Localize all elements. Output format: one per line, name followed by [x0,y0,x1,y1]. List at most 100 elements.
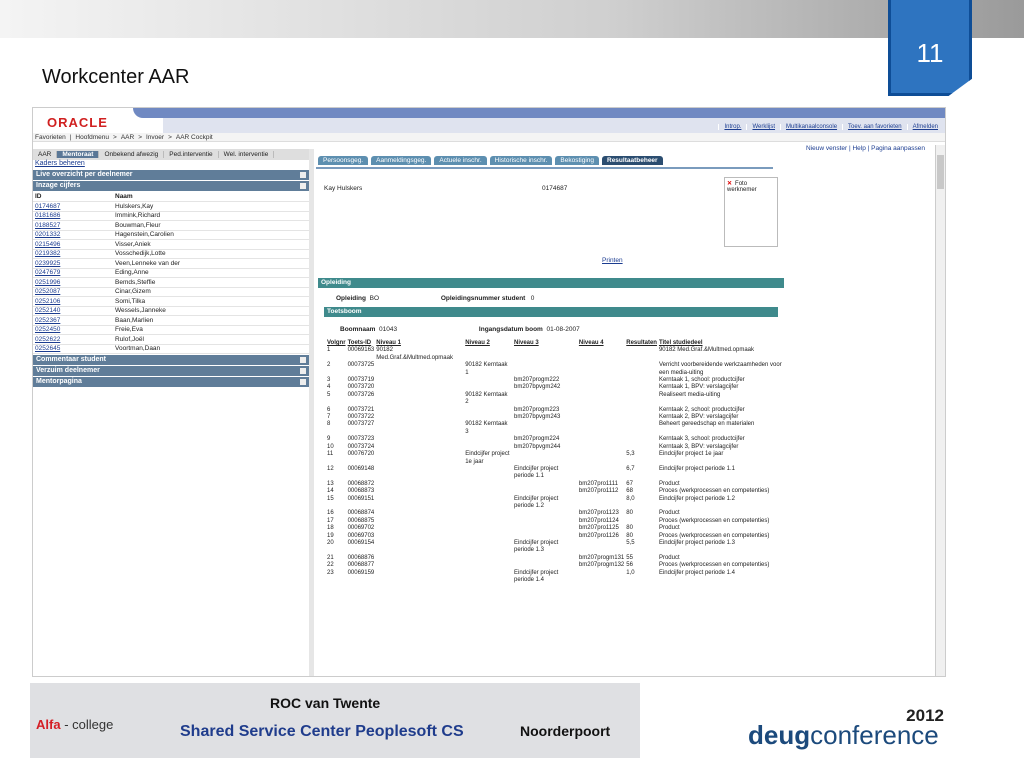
collapse-icon[interactable] [300,172,306,178]
student-id-link[interactable]: 0251996 [33,277,113,288]
breadcrumb-item[interactable]: > [168,134,172,141]
section-inzage-cijfers[interactable]: Inzage cijfers [33,181,309,191]
student-id-link[interactable]: 0247679 [33,268,113,278]
column-header[interactable]: Niveau 1 [375,340,464,347]
student-id-link[interactable]: 0252622 [33,334,113,345]
top-link[interactable]: Toev. aan favorieten [842,124,907,130]
left-tab[interactable]: Wel. interventie [219,151,275,158]
breadcrumb-item[interactable]: Favorieten [35,134,66,141]
student-id-link[interactable]: 0239925 [33,258,113,269]
left-tab[interactable]: Ped.interventie [164,151,219,158]
student-id-link[interactable]: 0215496 [33,239,113,250]
conference-text: conference [810,720,939,750]
table-row: 3 00073719 bm207progm222 Kerntaak 1, school… [326,377,788,384]
student-id-link[interactable]: 0174687 [33,201,113,212]
table-cell: 1 [327,347,331,354]
student-id-link[interactable]: 0252645 [33,344,113,354]
table-row: 0252645 Voortman,Daan [33,344,309,354]
pane-divider[interactable] [309,149,314,676]
top-link[interactable]: Introp. [718,124,746,130]
table-cell: bm207progm131 [578,554,625,561]
breadcrumb-item[interactable]: Hoofdmenu [75,134,109,141]
student-id: 0174687 [542,185,568,192]
breadcrumb-item[interactable]: > [113,134,117,141]
top-link[interactable]: Afmelden [906,124,943,130]
alfa-text: Alfa [36,717,61,732]
right-tab[interactable]: Persoonsgeg. [318,156,369,165]
section-commentaar[interactable]: Commentaar student [33,355,309,365]
section-commentaar-label: Commentaar student [36,356,107,363]
student-name: Kay Hulskers [324,185,363,192]
table-cell [464,562,513,569]
table-cell: 7 [327,414,331,421]
student-name: Immink,Richard [113,211,309,221]
student-id-link[interactable]: 0219382 [33,249,113,259]
table-cell [375,525,464,532]
printen-link[interactable]: Printen [602,257,623,264]
top-link[interactable]: Multikanaalconsole [780,124,842,130]
student-id-link[interactable]: 0252450 [33,325,113,335]
breadcrumb-item[interactable]: AAR Cockpit [176,134,213,141]
left-tab[interactable]: Onbekend afwezig [99,151,165,158]
column-header[interactable]: Titel studiedeel [658,340,788,347]
table-cell: Kerntaak 3, BPV: verslagcijfer [658,443,739,450]
section-mentorpagina[interactable]: Mentorpagina [33,377,309,387]
table-cell: Product [658,554,680,561]
student-name: Freie,Eva [113,325,309,335]
kaders-beheren-link[interactable]: Kaders beheren [33,160,309,169]
table-cell: 90182 Kerntaak 1 [465,362,508,376]
student-id-link[interactable]: 0188527 [33,220,113,231]
breadcrumb-item[interactable]: | [70,134,72,141]
collapse-icon[interactable] [300,357,306,363]
table-cell [464,407,513,414]
student-id-link[interactable]: 0181686 [33,211,113,221]
scrollbar-thumb[interactable] [937,155,944,189]
column-header[interactable]: Volgnr [326,340,347,347]
table-row: 9 00073723 bm207progm224 Kerntaak 3, school… [326,436,788,443]
column-header[interactable]: Niveau 3 [513,340,578,347]
table-cell [464,540,513,555]
student-name: Voortman,Daan [113,344,309,354]
breadcrumb-item[interactable]: AAR [121,134,134,141]
table-cell: 22 [327,562,334,569]
collapse-icon[interactable] [300,183,306,189]
table-cell [375,481,464,488]
right-pane: Nieuw venster | Help | Pagina aanpassen … [316,145,933,676]
left-tab[interactable]: Mentoraat [57,151,100,158]
student-id-link[interactable]: 0201332 [33,230,113,240]
right-tab[interactable]: Aanmeldingsgeg. [371,156,432,165]
column-header[interactable]: Toets-ID [347,340,376,347]
left-tab[interactable]: AAR [33,151,58,158]
student-id-link[interactable]: 0252367 [33,315,113,326]
footer-logos: ROC van Twente Alfa - college Shared Ser… [30,683,640,758]
table-cell: 80 [626,532,633,539]
right-tab[interactable]: Bekostiging [555,156,599,165]
vertical-scrollbar[interactable] [935,145,945,676]
table-cell: 15 [327,495,334,502]
table-cell [578,570,625,585]
right-tab[interactable]: Resultaatbeheer [602,156,663,165]
column-header[interactable]: Niveau 4 [578,340,625,347]
section-verzuim[interactable]: Verzuim deelnemer [33,366,309,376]
table-cell: bm207progm223 [513,406,560,413]
breadcrumb-item[interactable]: Invoer [146,134,164,141]
table-cell: Eindcijfer project periode 1.4 [658,569,735,576]
student-name: Vosschedijk,Lotte [113,249,309,259]
right-links[interactable]: Nieuw venster | Help | Pagina aanpassen [806,145,925,152]
right-tabs: Persoonsgeg. Aanmeldingsgeg. Actuele insch… [318,156,666,165]
column-header[interactable]: Resultaten [625,340,658,347]
breadcrumb-item[interactable]: > [138,134,142,141]
table-cell: Eindcijfer project 1e jaar [658,451,724,458]
right-tab[interactable]: Historische inschr. [489,156,553,165]
column-header[interactable]: Niveau 2 [464,340,513,347]
student-id-link[interactable]: 0252087 [33,287,113,297]
table-row: 11 00076720 Eindcijfer project 1e jaar 5,3 E… [326,451,788,466]
student-id-link[interactable]: 0252140 [33,306,113,316]
section-live-overzicht[interactable]: Live overzicht per deelnemer [33,170,309,180]
top-link[interactable]: Werklijst [746,124,780,130]
student-id-link[interactable]: 0252106 [33,296,113,307]
right-tab[interactable]: Actuele inschr. [434,156,487,165]
collapse-icon[interactable] [300,379,306,385]
table-cell: 00073721 [347,406,375,413]
collapse-icon[interactable] [300,368,306,374]
